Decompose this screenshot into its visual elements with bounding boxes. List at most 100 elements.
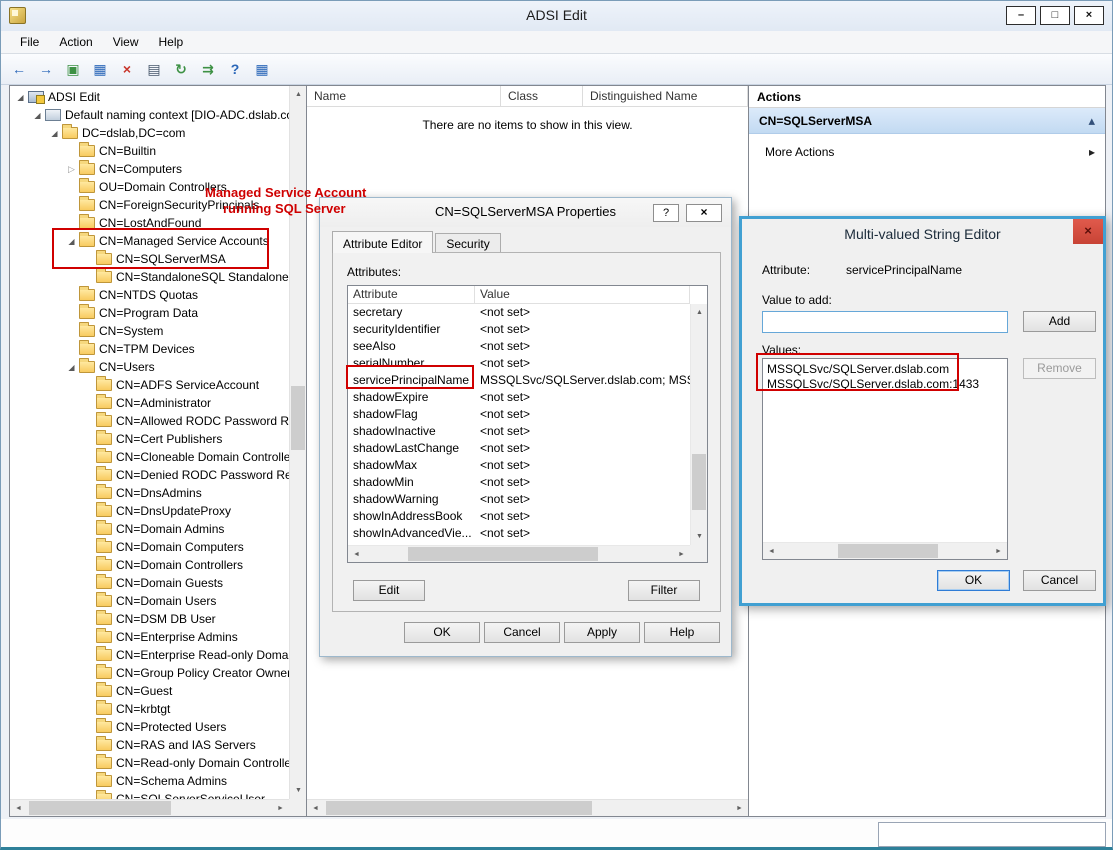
cancel-button[interactable]: Cancel bbox=[484, 622, 560, 643]
tree-item[interactable]: CN=LostAndFound bbox=[10, 214, 289, 232]
tree-item[interactable]: CN=System bbox=[10, 322, 289, 340]
expand-icon[interactable] bbox=[65, 164, 78, 175]
tree-item[interactable]: CN=Users bbox=[10, 358, 289, 376]
tree-item[interactable]: ADSI Edit bbox=[10, 88, 289, 106]
tree-item[interactable]: CN=Enterprise Admins bbox=[10, 628, 289, 646]
attribute-row[interactable]: showInAddressBook <not set> bbox=[348, 508, 690, 525]
tree-item[interactable]: CN=SQLServerServiceUser bbox=[10, 790, 289, 799]
menu-help[interactable]: Help bbox=[150, 32, 193, 52]
scroll-right-icon[interactable] bbox=[990, 543, 1007, 560]
tree-item[interactable]: CN=Cloneable Domain Controller bbox=[10, 448, 289, 466]
tree-item[interactable]: CN=Protected Users bbox=[10, 718, 289, 736]
scroll-up-icon[interactable] bbox=[691, 304, 708, 321]
menu-view[interactable]: View bbox=[104, 32, 148, 52]
scrollbar-thumb[interactable] bbox=[291, 386, 305, 450]
tree-item[interactable]: CN=Domain Computers bbox=[10, 538, 289, 556]
new-window-icon[interactable]: ▦ bbox=[250, 57, 274, 81]
expand-icon[interactable] bbox=[31, 111, 44, 120]
scroll-left-icon[interactable] bbox=[307, 800, 324, 817]
tree-item[interactable]: CN=RAS and IAS Servers bbox=[10, 736, 289, 754]
scroll-left-icon[interactable] bbox=[10, 800, 27, 817]
tree-item[interactable]: CN=ADFS ServiceAccount bbox=[10, 376, 289, 394]
attribute-row[interactable]: showInAdvancedVie... <not set> bbox=[348, 525, 690, 542]
scrollbar-thumb[interactable] bbox=[326, 801, 592, 815]
forward-icon[interactable]: → bbox=[34, 57, 58, 81]
tree-item[interactable]: CN=Program Data bbox=[10, 304, 289, 322]
properties-icon[interactable]: ▤ bbox=[142, 57, 166, 81]
add-button[interactable]: Add bbox=[1023, 311, 1096, 332]
tree-item[interactable]: CN=Managed Service Accounts bbox=[10, 232, 289, 250]
value-list-item[interactable]: MSSQLSvc/SQLServer.dslab.com bbox=[763, 362, 1007, 377]
expand-icon[interactable] bbox=[48, 129, 61, 138]
tree-item[interactable]: CN=Domain Controllers bbox=[10, 556, 289, 574]
scroll-left-icon[interactable] bbox=[763, 543, 780, 560]
value-to-add-input[interactable] bbox=[762, 311, 1008, 333]
attribute-row[interactable]: shadowFlag <not set> bbox=[348, 406, 690, 423]
tree-item[interactable]: CN=Schema Admins bbox=[10, 772, 289, 790]
attribute-row[interactable]: shadowExpire <not set> bbox=[348, 389, 690, 406]
tree-item[interactable]: CN=Domain Admins bbox=[10, 520, 289, 538]
dialog-help-icon[interactable]: ? bbox=[653, 204, 679, 222]
tree-item[interactable]: CN=Allowed RODC Password Rep bbox=[10, 412, 289, 430]
tree-horizontal-scrollbar[interactable] bbox=[10, 799, 289, 816]
tree-item[interactable]: CN=Builtin bbox=[10, 142, 289, 160]
minimize-button[interactable]: – bbox=[1006, 6, 1036, 25]
delete-icon[interactable]: × bbox=[115, 57, 139, 81]
refresh-icon[interactable]: ↻ bbox=[169, 57, 193, 81]
scroll-up-icon[interactable] bbox=[290, 86, 307, 103]
scroll-left-icon[interactable] bbox=[348, 546, 365, 563]
cancel-button[interactable]: Cancel bbox=[1023, 570, 1096, 591]
scroll-down-icon[interactable] bbox=[691, 528, 708, 545]
filter-button[interactable]: Filter bbox=[628, 580, 700, 601]
tree-item[interactable]: CN=DSM DB User bbox=[10, 610, 289, 628]
attribute-row[interactable]: shadowLastChange <not set> bbox=[348, 440, 690, 457]
attributes-horizontal-scrollbar[interactable] bbox=[348, 545, 690, 562]
attribute-row[interactable]: shadowInactive <not set> bbox=[348, 423, 690, 440]
tree-item[interactable]: CN=krbtgt bbox=[10, 700, 289, 718]
values-horizontal-scrollbar[interactable] bbox=[763, 542, 1007, 559]
menu-action[interactable]: Action bbox=[50, 32, 101, 52]
close-button[interactable]: × bbox=[1074, 6, 1104, 25]
collapse-icon[interactable] bbox=[1088, 113, 1095, 129]
help-button[interactable]: Help bbox=[644, 622, 720, 643]
scroll-right-icon[interactable] bbox=[673, 546, 690, 563]
back-icon[interactable]: ← bbox=[7, 57, 31, 81]
apply-button[interactable]: Apply bbox=[564, 622, 640, 643]
scroll-right-icon[interactable] bbox=[272, 800, 289, 817]
value-list-item[interactable]: MSSQLSvc/SQLServer.dslab.com:1433 bbox=[763, 377, 1007, 392]
tree-item[interactable]: CN=Domain Users bbox=[10, 592, 289, 610]
expand-icon[interactable] bbox=[14, 93, 27, 102]
edit-button[interactable]: Edit bbox=[353, 580, 425, 601]
tree-item[interactable]: CN=Denied RODC Password Repli bbox=[10, 466, 289, 484]
tree-item[interactable]: OU=Domain Controllers bbox=[10, 178, 289, 196]
tree-item[interactable]: CN=Computers bbox=[10, 160, 289, 178]
scroll-down-icon[interactable] bbox=[290, 782, 307, 799]
attribute-row[interactable]: secretary <not set> bbox=[348, 304, 690, 321]
values-listbox[interactable]: MSSQLSvc/SQLServer.dslab.com MSSQLSvc/SQ… bbox=[762, 358, 1008, 560]
attribute-row[interactable]: seeAlso <not set> bbox=[348, 338, 690, 355]
attributes-vertical-scrollbar[interactable] bbox=[690, 304, 707, 545]
tree-item[interactable]: CN=Cert Publishers bbox=[10, 430, 289, 448]
tree-item[interactable]: CN=Group Policy Creator Owners bbox=[10, 664, 289, 682]
tree-item[interactable]: CN=DnsAdmins bbox=[10, 484, 289, 502]
column-header[interactable]: Distinguished Name bbox=[583, 86, 748, 106]
column-header[interactable]: Name bbox=[307, 86, 501, 106]
attribute-row[interactable]: securityIdentifier <not set> bbox=[348, 321, 690, 338]
tree-item[interactable]: CN=SQLServerMSA bbox=[10, 250, 289, 268]
attribute-row[interactable]: serialNumber <not set> bbox=[348, 355, 690, 372]
attribute-row[interactable]: servicePrincipalName MSSQLSvc/SQLServer.… bbox=[348, 372, 690, 389]
scroll-right-icon[interactable] bbox=[731, 800, 748, 817]
tree-item[interactable]: CN=StandaloneSQL StandaloneSQ bbox=[10, 268, 289, 286]
menu-file[interactable]: File bbox=[11, 32, 48, 52]
more-actions-item[interactable]: More Actions bbox=[749, 140, 1105, 164]
dialog-close-icon[interactable]: × bbox=[686, 204, 722, 222]
actions-group-header[interactable]: CN=SQLServerMSA bbox=[749, 108, 1105, 134]
attribute-column-header[interactable]: Attribute bbox=[348, 286, 475, 303]
tree-item[interactable]: Default naming context [DIO-ADC.dslab.co… bbox=[10, 106, 289, 124]
value-column-header[interactable]: Value bbox=[475, 286, 690, 303]
tree-item[interactable]: CN=Enterprise Read-only Domain bbox=[10, 646, 289, 664]
column-header[interactable]: Class bbox=[501, 86, 583, 106]
dialog-close-icon[interactable]: × bbox=[1073, 219, 1103, 244]
maximize-button[interactable]: □ bbox=[1040, 6, 1070, 25]
export-icon[interactable]: ▣ bbox=[61, 57, 85, 81]
